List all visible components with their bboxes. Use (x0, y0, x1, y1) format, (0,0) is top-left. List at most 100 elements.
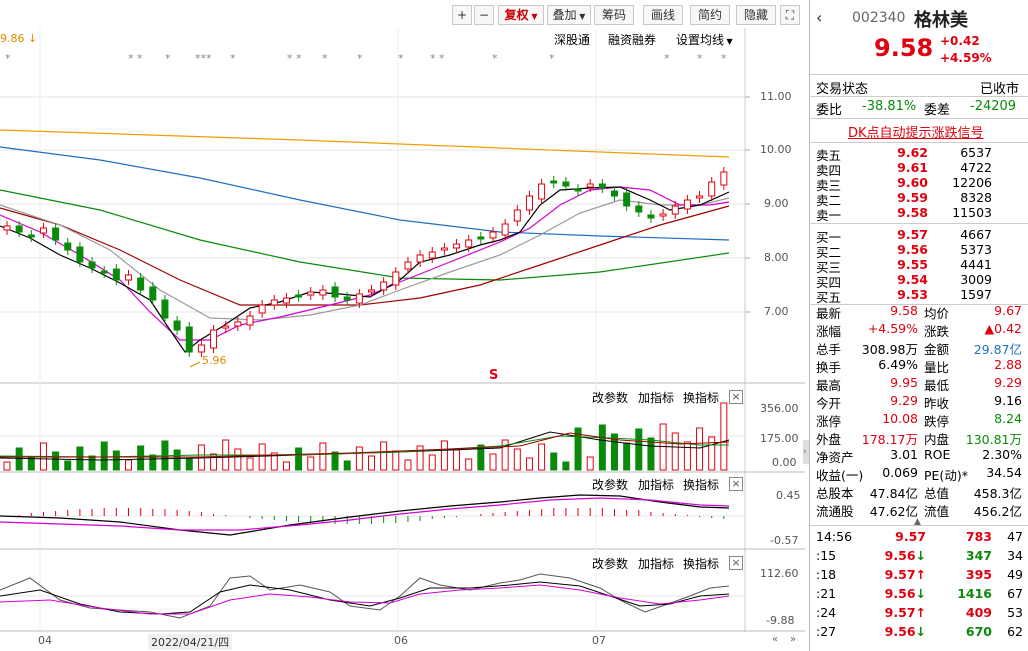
volume-bar (307, 456, 315, 471)
bid-price: 9.54 (897, 272, 928, 287)
candle-body (222, 325, 230, 329)
dk-signal-link[interactable]: DK点自动提示涨跌信号 (848, 122, 984, 141)
vol-jiazhibiao[interactable]: 加指标 (638, 389, 674, 406)
volume-bar (586, 456, 594, 471)
stat-label: 总手 (816, 342, 842, 357)
ask-row[interactable]: 卖五 9.62 6537 (810, 145, 1028, 163)
candle-body (416, 254, 424, 263)
stat-row: 总股本 47.84亿 总值 458.3亿 (810, 483, 1028, 501)
bid-row[interactable]: 买一 9.57 4667 (810, 227, 1028, 245)
weibi-value: -38.81% (862, 99, 917, 114)
candle-body (513, 209, 521, 222)
volume-bar (647, 437, 655, 471)
arrow-down-icon: ↓ (915, 624, 926, 639)
kdj-close-icon[interactable]: × (729, 556, 743, 570)
vol-gaicanshu[interactable]: 改参数 (592, 389, 628, 406)
candle-body (355, 293, 363, 304)
stock-change: +0.42 (940, 34, 980, 48)
macd-gaicanshu[interactable]: 改参数 (592, 476, 628, 493)
status-value: 已收市 (980, 82, 1020, 97)
volume-bar (380, 441, 388, 471)
kline-chart[interactable] (0, 0, 805, 651)
bid-row[interactable]: 买四 9.54 3009 (810, 272, 1028, 290)
candle-body (696, 195, 704, 199)
collapse-up-icon[interactable]: ▲ (914, 517, 921, 527)
ask-volume: 4722 (960, 160, 992, 175)
candle-body (489, 231, 497, 239)
tick-price: 9.57↑ (884, 605, 926, 620)
arrow-up-icon: ↑ (915, 567, 926, 582)
axis-label: 175.00 (760, 432, 799, 445)
stat-value: 308.98万 (861, 342, 918, 357)
stat-row: 最高 9.95 最低 9.29 (810, 375, 1028, 393)
volume-bar (598, 424, 606, 471)
ask-volume: 12206 (952, 175, 992, 190)
bid-row[interactable]: 买五 9.53 1597 (810, 287, 1028, 305)
candle-body (112, 268, 120, 281)
tick-volume: 409 (965, 605, 992, 620)
stat-label: 均价 (924, 306, 950, 321)
volume-bar (173, 449, 181, 471)
axis-label: -0.57 (770, 534, 799, 547)
ask-row[interactable]: 卖三 9.60 12206 (810, 175, 1028, 193)
kdj-jiazhibiao[interactable]: 加指标 (638, 555, 674, 572)
volume-bar (355, 446, 363, 471)
ask-row[interactable]: 卖二 9.59 8328 (810, 190, 1028, 208)
macd-jiazhibiao[interactable]: 加指标 (638, 476, 674, 493)
candle-body (246, 315, 254, 326)
candle-body (125, 274, 132, 281)
divider (810, 223, 1028, 224)
stat-value: 6.49% (878, 357, 918, 372)
kdj-gaicanshu[interactable]: 改参数 (592, 555, 628, 572)
candle-body (683, 199, 691, 210)
stat-label: 总值 (924, 486, 950, 501)
candle-body (465, 239, 473, 248)
volume-bar (52, 451, 60, 471)
axis-label: 0.00 (772, 456, 797, 469)
tick-row: :18 9.57↑ 395 49 (810, 567, 1028, 583)
candle-body (197, 344, 205, 353)
macd-huanzhibiao[interactable]: 换指标 (683, 476, 719, 493)
stat-label: 最新 (816, 306, 842, 321)
volume-bar (295, 447, 303, 471)
vol-close-icon[interactable]: × (729, 390, 743, 404)
arrow-down-icon: ↓ (915, 548, 926, 563)
ask-row[interactable]: 卖四 9.61 4722 (810, 160, 1028, 178)
candle-body (428, 251, 436, 259)
ask-row[interactable]: 卖一 9.58 11503 (810, 205, 1028, 223)
back-chevron-icon[interactable]: ‹ (816, 8, 822, 27)
volume-bar (720, 402, 728, 471)
vol-huanzhibiao[interactable]: 换指标 (683, 389, 719, 406)
macd-close-icon[interactable]: × (729, 477, 743, 491)
s-signal-marker: S (489, 368, 499, 383)
stat-row: 收益(一) 0.069 PE(动)* 34.54 (810, 465, 1028, 483)
candle-body (380, 281, 388, 291)
kdj-huanzhibiao[interactable]: 换指标 (683, 555, 719, 572)
volume-bar (319, 442, 327, 471)
volume-bar (64, 460, 72, 471)
chart-area[interactable]: + − 复权 ▼ 叠加 ▼ 筹码 画线 简约 隐藏 ⛶ 9.86 ↓ 深股通 融… (0, 0, 809, 651)
volume-bar (453, 449, 461, 471)
stat-value: 9.58 (890, 303, 918, 318)
tick-row: :27 9.56↓ 670 62 (810, 624, 1028, 640)
scroll-left-icon[interactable]: « (772, 634, 778, 645)
bid-volume: 4667 (960, 227, 992, 242)
stat-row: 流通股 47.62亿 流值 456.2亿 (810, 501, 1028, 519)
stat-label: 昨收 (924, 396, 950, 411)
stat-value: +4.59% (867, 321, 918, 336)
volume-bar (404, 459, 412, 471)
axis-label: 8.00 (764, 251, 789, 264)
ask-price: 9.60 (897, 175, 928, 190)
tick-count: 34 (1007, 548, 1023, 563)
bid-row[interactable]: 买三 9.55 4441 (810, 257, 1028, 275)
ma10-line (0, 186, 730, 341)
stat-value: 47.84亿 (869, 486, 918, 501)
volume-bar (513, 448, 521, 471)
bid-row[interactable]: 买二 9.56 5373 (810, 242, 1028, 260)
stat-value: 34.54 (986, 465, 1022, 480)
stat-label: 流值 (924, 504, 950, 519)
scroll-right-icon[interactable]: » (790, 634, 796, 645)
candle-body (453, 243, 461, 249)
candle-body (15, 225, 23, 233)
volume-bar (137, 445, 145, 471)
